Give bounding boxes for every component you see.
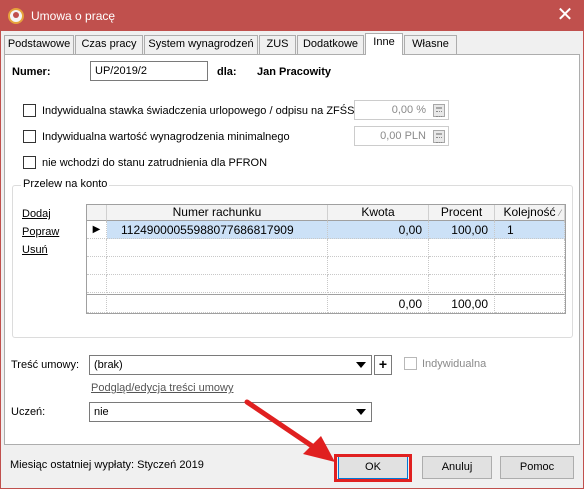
empty-cell [495, 257, 565, 275]
table-cell-numer[interactable]: 11249000055988077686817909 [107, 221, 328, 239]
wynagrodzenie-checkbox[interactable] [23, 130, 36, 143]
chevron-down-icon [356, 362, 366, 368]
footer-sum-procent: 100,00 [429, 294, 495, 313]
table-cell-procent[interactable]: 100,00 [429, 221, 495, 239]
app-logo-icon [8, 8, 24, 24]
indywidualna-label: Indywidualna [422, 358, 487, 370]
pfron-label: nie wchodzi do stanu zatrudnienia dla PF… [42, 157, 268, 169]
column-header-numer[interactable]: Numer rachunku [107, 205, 328, 221]
empty-cell [495, 239, 565, 257]
pfron-checkbox[interactable] [23, 156, 36, 169]
close-button[interactable]: ✕ [555, 5, 575, 25]
empty-cell [429, 257, 495, 275]
annotation-arrow-icon [244, 399, 335, 462]
tab-wlasne[interactable]: Własne [404, 35, 457, 54]
stawka-label: Indywidualna stawka świadczenia urlopowe… [42, 105, 355, 117]
empty-cell [107, 239, 328, 257]
footer-cell [107, 294, 328, 313]
przelew-group: Przelew na konto Dodaj Popraw Usuń Numer… [12, 178, 573, 338]
help-button[interactable]: Pomoc [500, 456, 574, 479]
window-title: Umowa o pracę [31, 9, 116, 23]
table-cell-kwota[interactable]: 0,00 [328, 221, 429, 239]
chevron-down-icon [356, 409, 366, 415]
cancel-button[interactable]: Anuluj [422, 456, 492, 479]
add-tresc-button[interactable]: + [374, 355, 392, 375]
empty-cell [429, 239, 495, 257]
footer-cell [495, 294, 565, 313]
tresc-label: Treść umowy: [11, 359, 80, 371]
przelew-title: Przelew na konto [21, 178, 110, 190]
last-payment-status: Miesiąc ostatniej wypłaty: Styczeń 2019 [10, 459, 204, 471]
empty-cell [107, 257, 328, 275]
tab-inne[interactable]: Inne [365, 33, 403, 55]
empty-cell [328, 275, 429, 293]
usun-link[interactable]: Usuń [22, 244, 48, 256]
uczen-value: nie [94, 406, 109, 418]
row-indicator-header [87, 205, 107, 221]
tab-zus[interactable]: ZUS [259, 35, 296, 54]
current-row-marker-icon: ▶ [87, 221, 107, 239]
empty-cell [429, 275, 495, 293]
empty-cell [328, 257, 429, 275]
empty-cell [87, 257, 107, 275]
contract-window: Umowa o pracę ✕ Podstawowe Czas pracy Sy… [0, 0, 584, 489]
tab-podstawowe[interactable]: Podstawowe [4, 35, 74, 54]
annotation-highlight-box [334, 454, 412, 482]
indywidualna-checkbox[interactable] [404, 357, 417, 370]
employee-name: Jan Pracowity [257, 66, 331, 78]
numer-label: Numer: [12, 66, 51, 78]
column-header-procent[interactable]: Procent [429, 205, 495, 221]
empty-cell [495, 275, 565, 293]
tab-czas-pracy[interactable]: Czas pracy [75, 35, 143, 54]
column-header-kolejnosc[interactable]: Kolejność ⁄ [495, 205, 565, 221]
dla-label: dla: [217, 66, 237, 78]
tab-page-inne: Numer: UP/2019/2 dla: Jan Pracowity Indy… [4, 54, 580, 445]
empty-cell [328, 239, 429, 257]
wynagrodzenie-label: Indywidualna wartość wynagrodzenia minim… [42, 131, 290, 143]
calculator-icon[interactable] [433, 104, 445, 117]
numer-field[interactable]: UP/2019/2 [90, 61, 208, 81]
tresc-combo[interactable]: (brak) [89, 355, 372, 375]
tab-strip: Podstawowe Czas pracy System wynagrodzeń… [4, 33, 580, 55]
podglad-link[interactable]: Podgląd/edycja treści umowy [91, 382, 233, 394]
title-bar: Umowa o pracę ✕ [1, 1, 583, 31]
footer-sum-kwota: 0,00 [328, 294, 429, 313]
stawka-checkbox[interactable] [23, 104, 36, 117]
empty-cell [87, 239, 107, 257]
tresc-value: (brak) [94, 359, 123, 371]
calculator-icon[interactable] [433, 130, 445, 143]
kolejnosc-label: Kolejność [503, 205, 556, 219]
table-cell-kolejnosc[interactable]: 1 [495, 221, 565, 239]
footer-cell [87, 294, 107, 313]
dodaj-link[interactable]: Dodaj [22, 208, 51, 220]
tab-dodatkowe[interactable]: Dodatkowe [297, 35, 364, 54]
tab-system-wynagrodzen[interactable]: System wynagrodzeń [144, 35, 258, 54]
column-header-kwota[interactable]: Kwota [328, 205, 429, 221]
sort-indicator-icon: ⁄ [559, 208, 561, 218]
empty-cell [107, 275, 328, 293]
empty-cell [87, 275, 107, 293]
accounts-table: Numer rachunku Kwota Procent Kolejność ⁄ … [86, 204, 566, 314]
popraw-link[interactable]: Popraw [22, 226, 59, 238]
uczen-label: Uczeń: [11, 406, 46, 418]
